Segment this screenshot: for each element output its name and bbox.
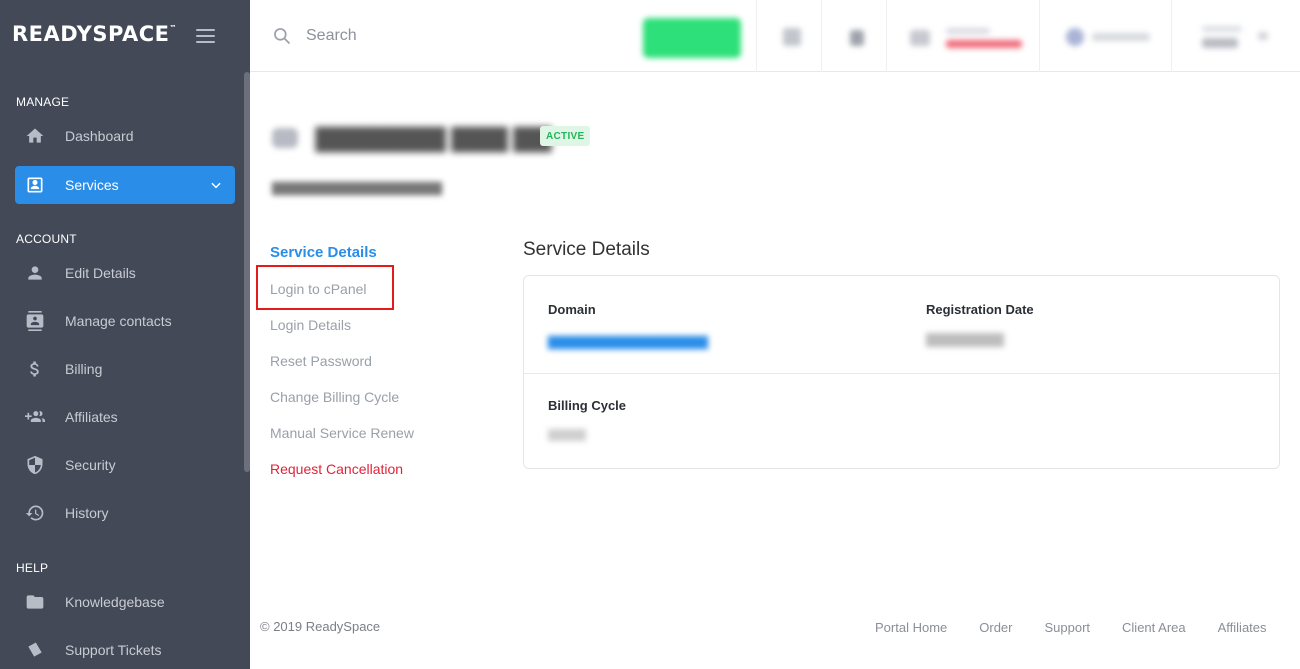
footer-link-portal-home[interactable]: Portal Home	[875, 620, 947, 635]
account-box-icon	[15, 175, 55, 195]
subnav-reset-password[interactable]: Reset Password	[270, 353, 372, 369]
brand-trademark: ™	[169, 24, 177, 32]
service-domain: ▇▇▇▇▇▇▇▇▇▇▇▇▇▇▇▇▇	[272, 180, 442, 195]
topbar-divider	[886, 0, 887, 72]
footer-link-support[interactable]: Support	[1044, 620, 1090, 635]
sidebar-item-affiliates[interactable]: Affiliates	[15, 398, 235, 436]
sidebar-item-label: Dashboard	[65, 128, 134, 144]
sidebar-item-label: Security	[65, 457, 116, 473]
copyright: © 2019 ReadySpace	[260, 619, 381, 634]
domain-label: Domain	[548, 302, 596, 317]
sidebar-item-label: Knowledgebase	[65, 594, 165, 610]
credit-label	[946, 28, 990, 34]
registration-date-value	[926, 333, 1004, 347]
subnav-manual-service-renew[interactable]: Manual Service Renew	[270, 425, 414, 441]
credit-icon[interactable]	[910, 30, 930, 46]
billing-cycle-label: Billing Cycle	[548, 398, 627, 413]
sidebar-item-label: History	[65, 505, 109, 521]
language-icon[interactable]	[1066, 28, 1084, 46]
details-heading: Service Details	[523, 239, 650, 260]
account-chevron-icon[interactable]	[1258, 32, 1268, 40]
search-icon[interactable]	[272, 26, 292, 46]
sidebar-scrollbar[interactable]	[244, 72, 250, 472]
section-manage: MANAGE	[16, 95, 70, 109]
search-input[interactable]	[306, 22, 606, 50]
sidebar-item-history[interactable]: History	[15, 494, 235, 532]
billing-cycle-value	[548, 429, 586, 441]
sidebar-item-label: Manage contacts	[65, 313, 172, 329]
person-icon	[15, 263, 55, 283]
cart-icon[interactable]	[783, 28, 801, 46]
sidebar-item-label: Affiliates	[65, 409, 118, 425]
footer-link-affiliates[interactable]: Affiliates	[1218, 620, 1267, 635]
group-add-icon	[15, 407, 55, 427]
domain-value[interactable]: ▇▇▇▇▇▇▇▇▇▇▇▇▇▇▇▇	[548, 334, 708, 350]
sidebar-item-manage-contacts[interactable]: Manage contacts	[15, 302, 235, 340]
status-badge: ACTIVE	[540, 126, 591, 146]
details-card: Domain ▇▇▇▇▇▇▇▇▇▇▇▇▇▇▇▇ Registration Dat…	[523, 275, 1280, 469]
language-label[interactable]	[1092, 33, 1150, 41]
sidebar-item-billing[interactable]: Billing	[15, 350, 235, 388]
sidebar-item-dashboard[interactable]: Dashboard	[15, 117, 235, 155]
registration-date-label: Registration Date	[926, 302, 1034, 317]
topbar-divider	[1039, 0, 1040, 72]
topbar-divider	[756, 0, 757, 72]
shield-icon	[15, 455, 55, 475]
sidebar-item-label: Support Tickets	[65, 642, 162, 658]
topbar-divider	[1171, 0, 1172, 72]
account-name[interactable]	[1202, 38, 1238, 48]
footer-link-order[interactable]: Order	[979, 620, 1012, 635]
sidebar-item-edit-details[interactable]: Edit Details	[15, 254, 235, 292]
brand-name: READYSPACE	[12, 22, 170, 46]
section-account: ACCOUNT	[16, 232, 77, 246]
credit-balance	[946, 40, 1022, 48]
chevron-down-icon	[209, 178, 223, 192]
sidebar-item-support-tickets[interactable]: Support Tickets	[15, 631, 235, 669]
account-label	[1202, 26, 1242, 32]
contacts-icon	[15, 311, 55, 331]
sidebar: READYSPACE™ MANAGE Dashboard Services AC…	[0, 0, 250, 669]
sidebar-item-knowledgebase[interactable]: Knowledgebase	[15, 583, 235, 621]
subnav-login-details[interactable]: Login Details	[270, 317, 351, 333]
sidebar-item-services[interactable]: Services	[15, 166, 235, 204]
folder-icon	[15, 592, 55, 612]
notification-icon[interactable]	[850, 30, 864, 46]
footer-links: Portal Home Order Support Client Area Af…	[875, 620, 1267, 635]
subnav-request-cancellation[interactable]: Request Cancellation	[270, 461, 403, 477]
menu-toggle-icon[interactable]	[196, 29, 215, 43]
section-help: HELP	[16, 561, 49, 575]
sidebar-item-label: Edit Details	[65, 265, 136, 281]
topbar-divider	[821, 0, 822, 72]
card-divider	[524, 373, 1279, 374]
service-icon	[272, 128, 298, 148]
highlight-annotation	[256, 265, 394, 310]
sidebar-item-label: Services	[65, 177, 119, 193]
subnav-service-details[interactable]: Service Details	[270, 244, 377, 261]
home-icon	[15, 126, 55, 146]
ticket-icon	[15, 640, 55, 660]
order-button[interactable]	[643, 18, 741, 58]
footer-link-client-area[interactable]: Client Area	[1122, 620, 1186, 635]
sidebar-item-label: Billing	[65, 361, 103, 377]
brand-logo[interactable]: READYSPACE™	[12, 22, 177, 46]
sidebar-item-security[interactable]: Security	[15, 446, 235, 484]
service-title: ▇▇▇▇▇▇▇ ▇▇▇ ▇▇	[316, 125, 551, 152]
subnav-change-billing-cycle[interactable]: Change Billing Cycle	[270, 389, 399, 405]
history-icon	[15, 503, 55, 523]
dollar-icon	[15, 359, 55, 379]
topbar	[250, 0, 1300, 72]
